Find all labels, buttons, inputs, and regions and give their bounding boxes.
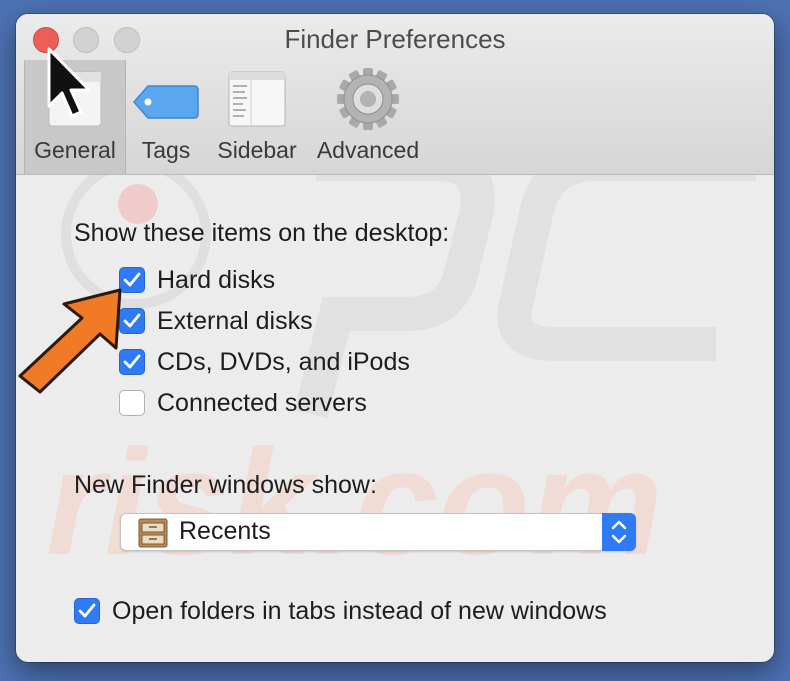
tab-general-label: General [34, 137, 116, 163]
popup-stepper[interactable] [602, 513, 636, 551]
recents-cabinet-icon [138, 518, 168, 548]
tag-icon [133, 85, 199, 119]
hard-disks-label: Hard disks [157, 265, 276, 294]
checkmark-icon [78, 603, 96, 618]
tab-tags[interactable]: Tags [128, 60, 204, 174]
new-window-heading: New Finder windows show: [74, 471, 377, 499]
connected-servers-option[interactable]: Connected servers [119, 388, 367, 418]
tab-advanced-label: Advanced [316, 137, 420, 163]
cds-dvds-ipods-option[interactable]: CDs, DVDs, and iPods [119, 347, 410, 377]
annotation-arrow-icon [18, 288, 122, 394]
hard-disks-option[interactable]: Hard disks [119, 265, 275, 295]
toolbar: Finder Preferences General Tags Sidebar … [16, 14, 774, 175]
cds-dvds-ipods-label: CDs, DVDs, and iPods [157, 347, 410, 376]
window-title: Finder Preferences [284, 24, 506, 54]
tab-sidebar-label: Sidebar [217, 137, 297, 163]
open-in-tabs-option[interactable]: Open folders in tabs instead of new wind… [74, 596, 607, 626]
mouse-cursor-icon [47, 47, 91, 118]
open-in-tabs-label: Open folders in tabs instead of new wind… [112, 596, 607, 625]
gear-icon [337, 68, 399, 130]
new-window-popup[interactable]: Recents [120, 513, 636, 551]
connected-servers-label: Connected servers [157, 388, 367, 417]
tab-tags-label: Tags [141, 137, 191, 163]
new-window-selected-value: Recents [179, 517, 271, 545]
desktop-items-heading: Show these items on the desktop: [74, 219, 450, 247]
external-disks-option[interactable]: External disks [119, 306, 313, 336]
chevron-up-down-icon [611, 520, 627, 544]
tab-sidebar[interactable]: Sidebar [212, 60, 302, 174]
open-in-tabs-checkbox[interactable] [74, 598, 100, 624]
tab-advanced[interactable]: Advanced [310, 60, 426, 174]
general-pane: Show these items on the desktop: Hard di… [16, 175, 774, 662]
external-disks-label: External disks [157, 306, 313, 335]
sidebar-icon [228, 71, 286, 127]
